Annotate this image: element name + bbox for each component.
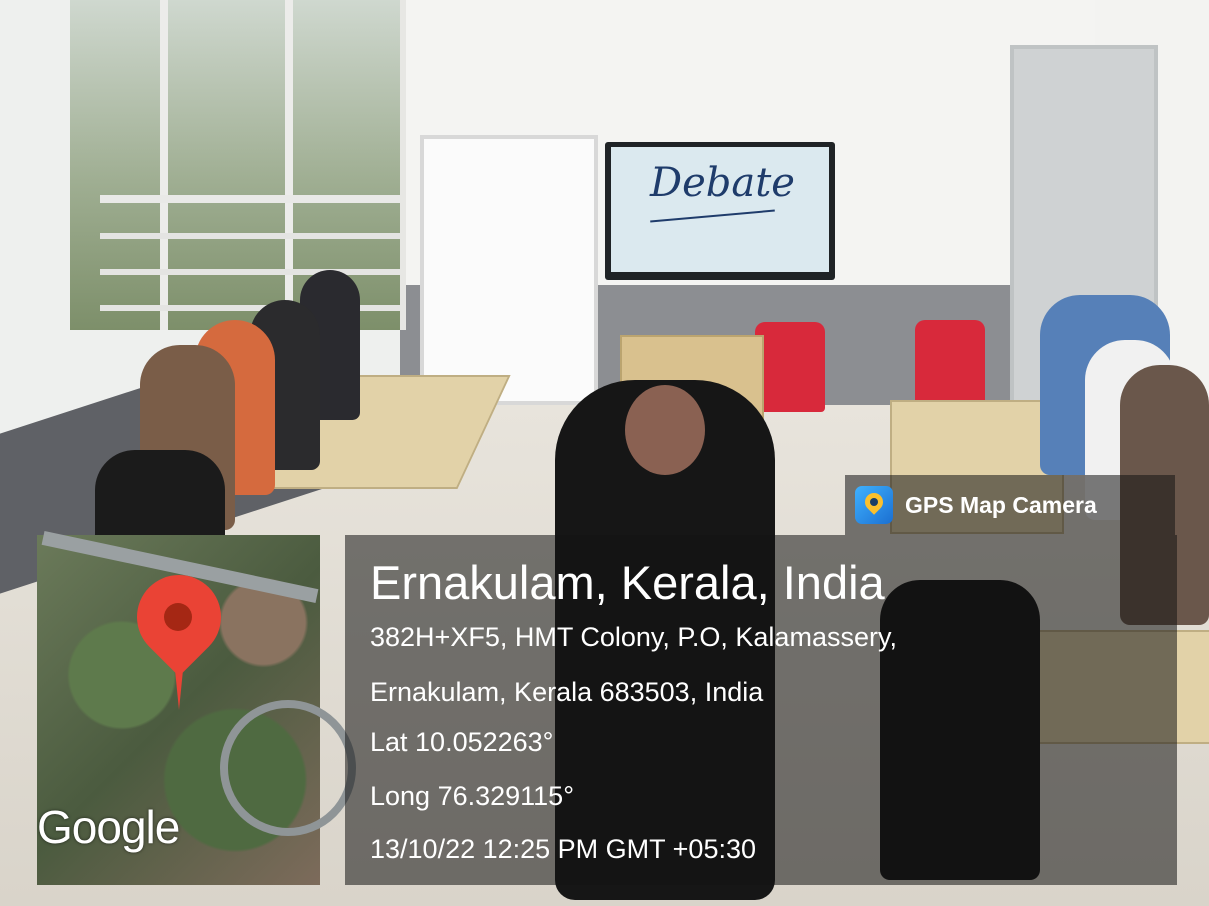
gps-app-badge: GPS Map Camera	[845, 475, 1175, 535]
google-logo: Google	[37, 801, 180, 853]
map-pin-center	[164, 603, 192, 631]
tv-screen-text: Debate	[650, 160, 795, 206]
map-roundabout	[220, 700, 356, 836]
longitude: Long 76.329115°	[370, 781, 574, 811]
red-chair	[915, 320, 985, 410]
pin-center-dot	[870, 498, 878, 506]
gps-map-camera-icon	[855, 486, 893, 524]
red-chair	[755, 322, 825, 412]
whiteboard	[420, 135, 598, 405]
location-title: Ernakulam, Kerala, India	[370, 556, 885, 609]
latitude: Lat 10.052263°	[370, 727, 554, 757]
photo-stage: Debate GPS Map Camera Google Ernakulam, …	[0, 0, 1209, 906]
address-line-2: Ernakulam, Kerala 683503, India	[370, 677, 764, 707]
teacher-face	[625, 385, 705, 475]
address-line-1: 382H+XF5, HMT Colony, P.O, Kalamassery,	[370, 622, 897, 652]
app-label: GPS Map Camera	[905, 491, 1097, 518]
timestamp: 13/10/22 12:25 PM GMT +05:30	[370, 834, 757, 864]
